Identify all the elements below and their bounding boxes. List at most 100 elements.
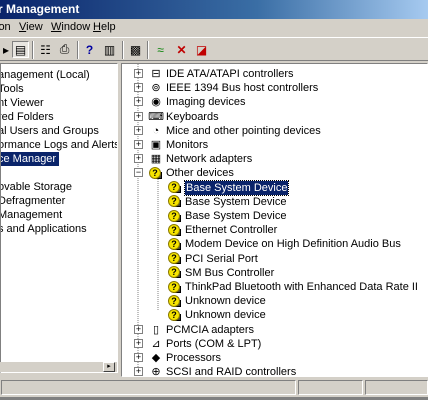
scroll-right-button[interactable]: ▸ — [103, 362, 115, 372]
console-tree-item[interactable]: nt Viewer — [1, 96, 44, 110]
device-category[interactable]: ▦ Network adapters — [149, 152, 252, 166]
unknown-device-icon: ? — [168, 237, 182, 251]
device-label: Modem Device on High Definition Audio Bu… — [185, 238, 401, 251]
console-tree-item[interactable]: ormance Logs and Alerts — [1, 138, 117, 152]
console-tree-item[interactable]: Management — [1, 208, 62, 222]
device-category[interactable]: ▣ Monitors — [149, 138, 208, 152]
expand-icon[interactable]: + — [134, 69, 143, 78]
unknown-device-icon: ? — [168, 223, 182, 237]
unknown-device-icon: ? — [168, 209, 182, 223]
expand-icon[interactable]: + — [134, 140, 143, 149]
device-item[interactable]: ? Base System Device — [168, 209, 286, 223]
device-label: Ethernet Controller — [185, 224, 278, 237]
console-tree-item[interactable]: al Users and Groups — [1, 124, 99, 138]
console-tree-item[interactable]: anagement (Local) — [1, 68, 90, 82]
properties-icon[interactable]: ☷ — [37, 41, 54, 58]
device-category[interactable]: ⌨ Keyboards — [148, 110, 219, 124]
device-item[interactable]: ? SM Bus Controller — [168, 266, 274, 280]
menu-item[interactable]: Window — [51, 19, 90, 36]
status-cell — [365, 380, 428, 395]
device-label: ThinkPad Bluetooth with Enhanced Data Ra… — [185, 281, 418, 293]
expand-icon[interactable]: + — [134, 338, 143, 348]
device-label: Base System Device — [185, 195, 287, 208]
device-item[interactable]: ? Ethernet Controller — [168, 223, 277, 237]
device-tree[interactable]: + ⊟ IDE ATA/ATAPI controllers + ⊚ IEEE 1394 B… — [121, 63, 428, 377]
unknown-device-icon: ? — [168, 252, 182, 265]
expand-icon[interactable]: + — [134, 125, 143, 135]
device-label: Network adapters — [166, 153, 253, 166]
menu-item[interactable]: View — [19, 19, 43, 36]
disable-icon[interactable]: ◪ — [193, 41, 210, 58]
menu-item[interactable]: ion — [0, 19, 11, 36]
device-label: IEEE 1394 Bus host controllers — [166, 82, 319, 95]
device-category[interactable]: ? Other devices — [149, 166, 234, 180]
expand-icon[interactable]: + — [134, 83, 143, 93]
uninstall-icon[interactable]: ✕ — [173, 41, 190, 58]
console-tree-item[interactable]: Defragmenter — [1, 194, 65, 208]
console-tree-item-selected[interactable]: ce Manager — [1, 152, 60, 166]
device-label: Unknown device — [185, 309, 266, 322]
ide-controller-icon: ⊟ — [151, 68, 161, 80]
console-icon[interactable]: ▥ — [101, 41, 118, 58]
processor-icon: ◆ — [151, 352, 161, 364]
left-horizontal-scrollbar[interactable]: ▸ — [0, 362, 117, 372]
device-label: SCSI and RAID controllers — [166, 366, 297, 377]
device-label: Base System Device — [185, 210, 287, 222]
device-item[interactable]: ? Modem Device on High Definition Audio B… — [168, 237, 401, 251]
device-item[interactable]: ? Base System Device — [168, 179, 290, 196]
expand-icon[interactable]: + — [134, 353, 143, 362]
device-item[interactable]: ? PCI Serial Port — [168, 252, 258, 266]
device-category[interactable]: ⊟ IDE ATA/ATAPI controllers — [149, 67, 294, 81]
toolbar-separator — [77, 41, 79, 59]
expand-icon[interactable]: + — [134, 154, 143, 164]
device-item[interactable]: ? Base System Device — [168, 195, 286, 209]
update-driver-icon[interactable]: ≈ — [152, 41, 169, 58]
camera-icon: ◉ — [151, 96, 161, 109]
show-hide-tree-icon[interactable]: ▤ — [12, 41, 29, 58]
collapse-icon[interactable]: − — [134, 168, 143, 178]
device-label: Mice and other pointing devices — [166, 124, 321, 137]
menu-bar: ion View WindowHelp — [0, 19, 428, 36]
expand-icon[interactable]: + — [134, 367, 143, 376]
console-tree[interactable]: anagement (Local) Tools nt Viewer red Folde… — [0, 63, 118, 373]
device-category[interactable]: ▯ PCMCIA adapters — [149, 323, 254, 337]
device-category[interactable]: ⊿ Ports (COM & LPT) — [149, 337, 261, 351]
device-item[interactable]: ? ThinkPad Bluetooth with Enhanced Data R… — [168, 280, 418, 294]
scsi-controller-icon: ⊕ — [151, 366, 161, 377]
device-label: PCI Serial Port — [185, 252, 258, 265]
device-item[interactable]: ? Unknown device — [168, 294, 266, 308]
pcmcia-icon: ▯ — [152, 323, 160, 336]
unknown-device-icon: ? — [168, 181, 182, 194]
device-label: Ports (COM & LPT) — [166, 337, 262, 350]
console-tree-item[interactable]: s and Applications — [1, 222, 87, 236]
print-icon[interactable]: ⎙ — [56, 41, 73, 58]
scan-hardware-icon[interactable]: ▩ — [127, 41, 144, 58]
unknown-device-icon: ? — [168, 308, 182, 322]
unknown-device-icon: ? — [168, 280, 182, 294]
device-label: Processors — [166, 352, 222, 364]
title-bar[interactable]: r Management — [0, 0, 428, 19]
console-tree-item[interactable]: ovable Storage — [1, 180, 72, 194]
back-icon[interactable]: ▸ — [1, 41, 11, 58]
toolbar-separator — [122, 41, 124, 59]
device-label: IDE ATA/ATAPI controllers — [166, 68, 294, 80]
unknown-device-icon: ? — [168, 294, 182, 308]
device-category[interactable]: ⊕ SCSI and RAID controllers — [149, 365, 297, 377]
device-item[interactable]: ? Unknown device — [168, 308, 266, 322]
expand-icon[interactable]: + — [134, 111, 143, 121]
network-adapter-icon: ▦ — [150, 153, 162, 166]
console-tree-item[interactable]: red Folders — [1, 110, 54, 124]
expand-icon[interactable]: + — [134, 97, 143, 107]
device-category[interactable]: ◆ Processors — [149, 351, 221, 365]
port-icon: ⊿ — [151, 337, 161, 350]
device-label: Other devices — [166, 167, 234, 180]
expand-icon[interactable]: + — [134, 324, 143, 334]
device-label: PCMCIA adapters — [166, 323, 255, 336]
device-category[interactable]: ⊚ IEEE 1394 Bus host controllers — [149, 81, 318, 95]
menu-item[interactable]: Help — [93, 19, 116, 36]
other-devices-icon: ? — [149, 166, 163, 180]
help-icon[interactable]: ? — [81, 41, 98, 58]
device-category[interactable]: ◔ Mice and other pointing devices — [149, 124, 321, 138]
device-category[interactable]: ◉ Imaging devices — [149, 95, 245, 109]
console-tree-item[interactable]: Tools — [1, 82, 24, 96]
